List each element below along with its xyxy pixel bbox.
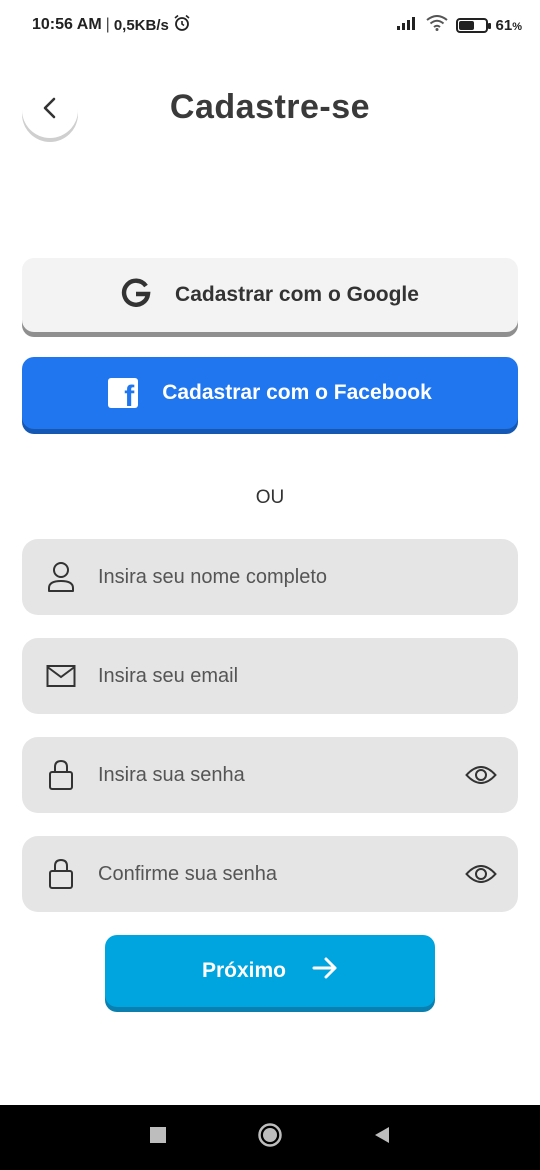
show-confirm-password-eye-icon[interactable] [464,859,498,889]
facebook-signup-button[interactable]: f Cadastrar com o Facebook [22,357,518,429]
page-title: Cadastre-se [169,88,371,126]
next-button[interactable]: Próximo [105,935,435,1007]
wifi-icon [425,15,448,35]
battery-fill [458,20,474,30]
status-separator: | [105,16,110,33]
status-time: 10:56 AM [32,16,102,33]
user-icon [46,562,76,592]
home-circle-icon[interactable] [257,1122,283,1153]
password-input[interactable] [98,763,464,787]
signal-icon [396,15,418,35]
status-bar: 10:56 AM | 0,5KB/s 61% [0,0,540,50]
show-password-eye-icon[interactable] [464,760,498,790]
password-field[interactable] [22,737,518,813]
facebook-icon: f [108,378,139,408]
confirm-password-input[interactable] [98,862,464,886]
full-name-input[interactable] [98,565,498,589]
arrow-right-icon [312,957,338,985]
back-triangle-icon[interactable] [373,1125,391,1150]
facebook-signup-label: Cadastrar com o Facebook [162,381,432,404]
or-divider: OU [255,487,285,508]
next-button-label: Próximo [201,959,287,982]
confirm-password-field[interactable] [22,836,518,912]
network-speed: 0,5KB/s [113,16,169,34]
battery-unit: % [512,20,522,33]
email-input[interactable] [98,664,498,688]
full-name-field[interactable] [22,539,518,615]
envelope-icon [46,661,76,691]
status-left: 10:56 AM | 0,5KB/s [32,14,191,37]
battery-icon [455,17,491,33]
status-right: 61% [396,15,522,35]
navigation-bar [0,1105,540,1170]
email-field[interactable] [22,638,518,714]
alarm-icon [173,14,191,37]
google-signup-label: Cadastrar com o Google [175,283,419,306]
battery-text: 61% [496,17,522,34]
battery-percent: 61 [495,16,513,34]
lock-icon [46,858,76,889]
recents-square-icon[interactable] [149,1126,167,1149]
lock-icon [46,759,76,790]
google-signup-button[interactable]: Cadastrar com o Google [22,258,518,332]
google-icon [121,277,151,313]
